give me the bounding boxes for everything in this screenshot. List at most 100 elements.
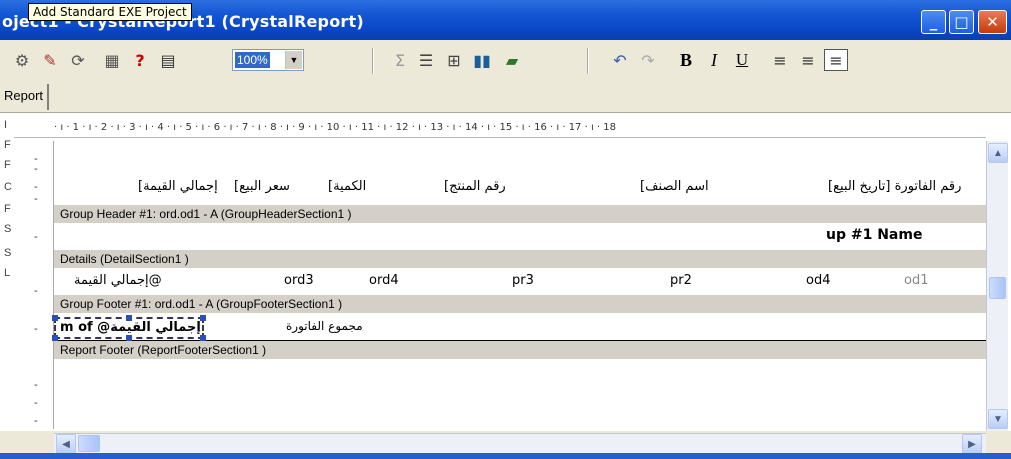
left-gutter: I F F C F S S L [0,113,14,432]
details-field-od4[interactable]: od4 [806,273,830,288]
ruler-mark: · ı · 7 [223,122,252,133]
ruler-mark: · ı · 6 [195,122,224,133]
ruler-mark: · ı · 8 [251,122,280,133]
chevron-down-icon[interactable]: ▼ [285,51,302,69]
chart-icon[interactable]: ▮▮ [470,49,494,71]
close-button[interactable]: ✕ [978,10,1007,34]
ruler-tick: - [34,379,38,391]
align-center-icon[interactable]: ≡ [796,49,820,71]
ruler-mark: · ı · 16 [515,122,551,133]
bold-button[interactable]: B [674,49,698,71]
toolbar-separator [587,48,589,74]
undo-icon[interactable]: ↶ [608,49,632,71]
gutter-letter: L [4,267,11,279]
horizontal-scroll-thumb[interactable] [78,435,100,452]
taskbar-strip [0,453,1011,459]
gutter-letter: S [4,223,12,235]
ruler-tick: - [34,153,38,165]
header-field-price[interactable]: [سعر البيع [234,179,290,194]
preview-icon[interactable]: ▦ [100,49,124,71]
ruler-mark: · ı · 9 [279,122,308,133]
details-field-pr3[interactable]: pr3 [512,273,534,288]
details-field-od1[interactable]: od1 [904,273,928,288]
redo-icon[interactable]: ↷ [636,49,660,71]
gutter-letter: C [4,181,12,193]
ruler-marks: · ı · 1 · ı · 2 · ı · 3 · ı · 4 · ı · 5 … [54,122,986,133]
italic-button[interactable]: I [702,49,726,71]
header-field-product-no[interactable]: [رقم المنتج [444,179,506,194]
align-right-icon[interactable]: ≡ [824,49,848,71]
group-name-field[interactable]: up #1 Name [826,227,922,243]
ruler-tick: - [34,323,38,335]
resize-handle[interactable] [200,315,206,321]
report-footer-section[interactable] [54,359,986,431]
horizontal-ruler: · ı · 1 · ı · 2 · ı · 3 · ı · 4 · ı · 5 … [14,120,986,138]
refresh-icon[interactable]: ⟳ [66,49,90,71]
page-header-section[interactable]: [إجمالي القيمة [سعر البيع [الكمية [رقم ا… [54,141,986,203]
details-field-total[interactable]: إجمالي القيمة@ [74,273,162,288]
title-bar[interactable]: oject1 - CrystalReport1 (CrystalReport) … [0,0,1011,40]
help-button[interactable]: ? [128,49,152,71]
scroll-left-button[interactable]: ◀ [56,434,76,454]
gutter-letter: S [4,247,12,259]
map-icon[interactable]: ▰ [500,49,524,71]
details-band-title[interactable]: Details (DetailSection1 ) [54,250,986,268]
tab-strip: Report [0,82,1011,112]
group-icon[interactable]: ☰ [414,49,438,71]
details-field-ord3[interactable]: ord3 [284,273,314,288]
tooltip: Add Standard EXE Project [28,3,192,21]
group-header-section[interactable]: up #1 Name [54,223,986,249]
cross-tab-icon[interactable]: ⊞ [442,49,466,71]
ruler-mark: · ı · 1 [54,122,83,133]
scroll-thumb[interactable] [989,277,1006,299]
group-header-band-title[interactable]: Group Header #1: ord.od1 - A (GroupHeade… [54,205,986,223]
ruler-mark: · ı · 10 [307,122,343,133]
header-field-item-name[interactable]: [اسم الصنف [640,179,709,194]
ruler-mark: · ı · 15 [480,122,516,133]
ruler-tick: - [34,397,38,409]
ruler-tick: - [34,181,38,193]
horizontal-scrollbar[interactable]: ◀ ▶ [0,431,1011,454]
ruler-mark: · ı · 14 [446,122,481,133]
selected-sum-field[interactable]: m of @إجمالي القيمة [52,315,206,341]
details-field-pr2[interactable]: pr2 [670,273,692,288]
maximize-button[interactable]: □ [949,10,974,34]
footer-label-invoice-total[interactable]: مجموع الفاتورة [286,319,363,333]
sum-field-text: m of @إجمالي القيمة [60,320,201,335]
summary-button[interactable]: Σ [388,49,412,71]
zoom-select[interactable]: 100% ▼ [232,49,304,71]
report-expert-icon[interactable]: ✎ [38,49,62,71]
group-footer-band-title[interactable]: Group Footer #1: ord.od1 - A (GroupFoote… [54,295,986,313]
database-icon[interactable]: ▤ [156,49,180,71]
resize-handle[interactable] [126,315,132,321]
vertical-ruler: - - - - - - - - - - [26,141,54,429]
ruler-mark: · ı · 5 [166,122,196,133]
minimize-button[interactable]: _ [921,10,946,34]
field-explorer-icon[interactable]: ⚙ [10,49,34,71]
minimize-icon: _ [929,13,938,31]
align-left-icon[interactable]: ≡ [768,49,792,71]
ruler-tick: - [34,285,38,297]
header-field-qty[interactable]: [الكمية [328,179,366,194]
report-footer-band-title[interactable]: Report Footer (ReportFooterSection1 ) [54,341,986,359]
scroll-up-button[interactable]: ▲ [988,143,1008,163]
header-field-total[interactable]: [إجمالي القيمة [138,179,218,194]
toolbar: ⚙ ✎ ⟳ ▦ ? ▤ 100% ▼ Σ ☰ ⊞ ▮▮ ▰ ↶ ↷ B I U … [0,40,1011,82]
ruler-tick: - [34,231,38,243]
ruler-tick: - [34,415,38,427]
resize-handle[interactable] [52,315,58,321]
vertical-scrollbar[interactable]: ▲ ▼ [986,141,1008,431]
details-section[interactable]: إجمالي القيمة@ ord3 ord4 pr3 pr2 od4 od1 [54,268,986,294]
details-field-ord4[interactable]: ord4 [369,273,399,288]
ruler-mark: · ı · 13 [411,122,447,133]
tab-report[interactable]: Report [0,84,50,110]
underline-button[interactable]: U [730,49,754,71]
ruler-tick: - [34,193,38,205]
report-design-area[interactable]: I F F C F S S L · ı · 1 · ı · 2 · ı · 3 … [0,112,1011,432]
scroll-down-button[interactable]: ▼ [988,409,1008,429]
maximize-icon: □ [954,13,969,31]
zoom-value: 100% [235,52,270,68]
horizontal-scroll-track[interactable]: ◀ ▶ [54,433,986,454]
header-field-invoice[interactable]: [رقم الفاتورة [تاريخ البيع [828,179,961,194]
scroll-right-button[interactable]: ▶ [962,434,982,454]
